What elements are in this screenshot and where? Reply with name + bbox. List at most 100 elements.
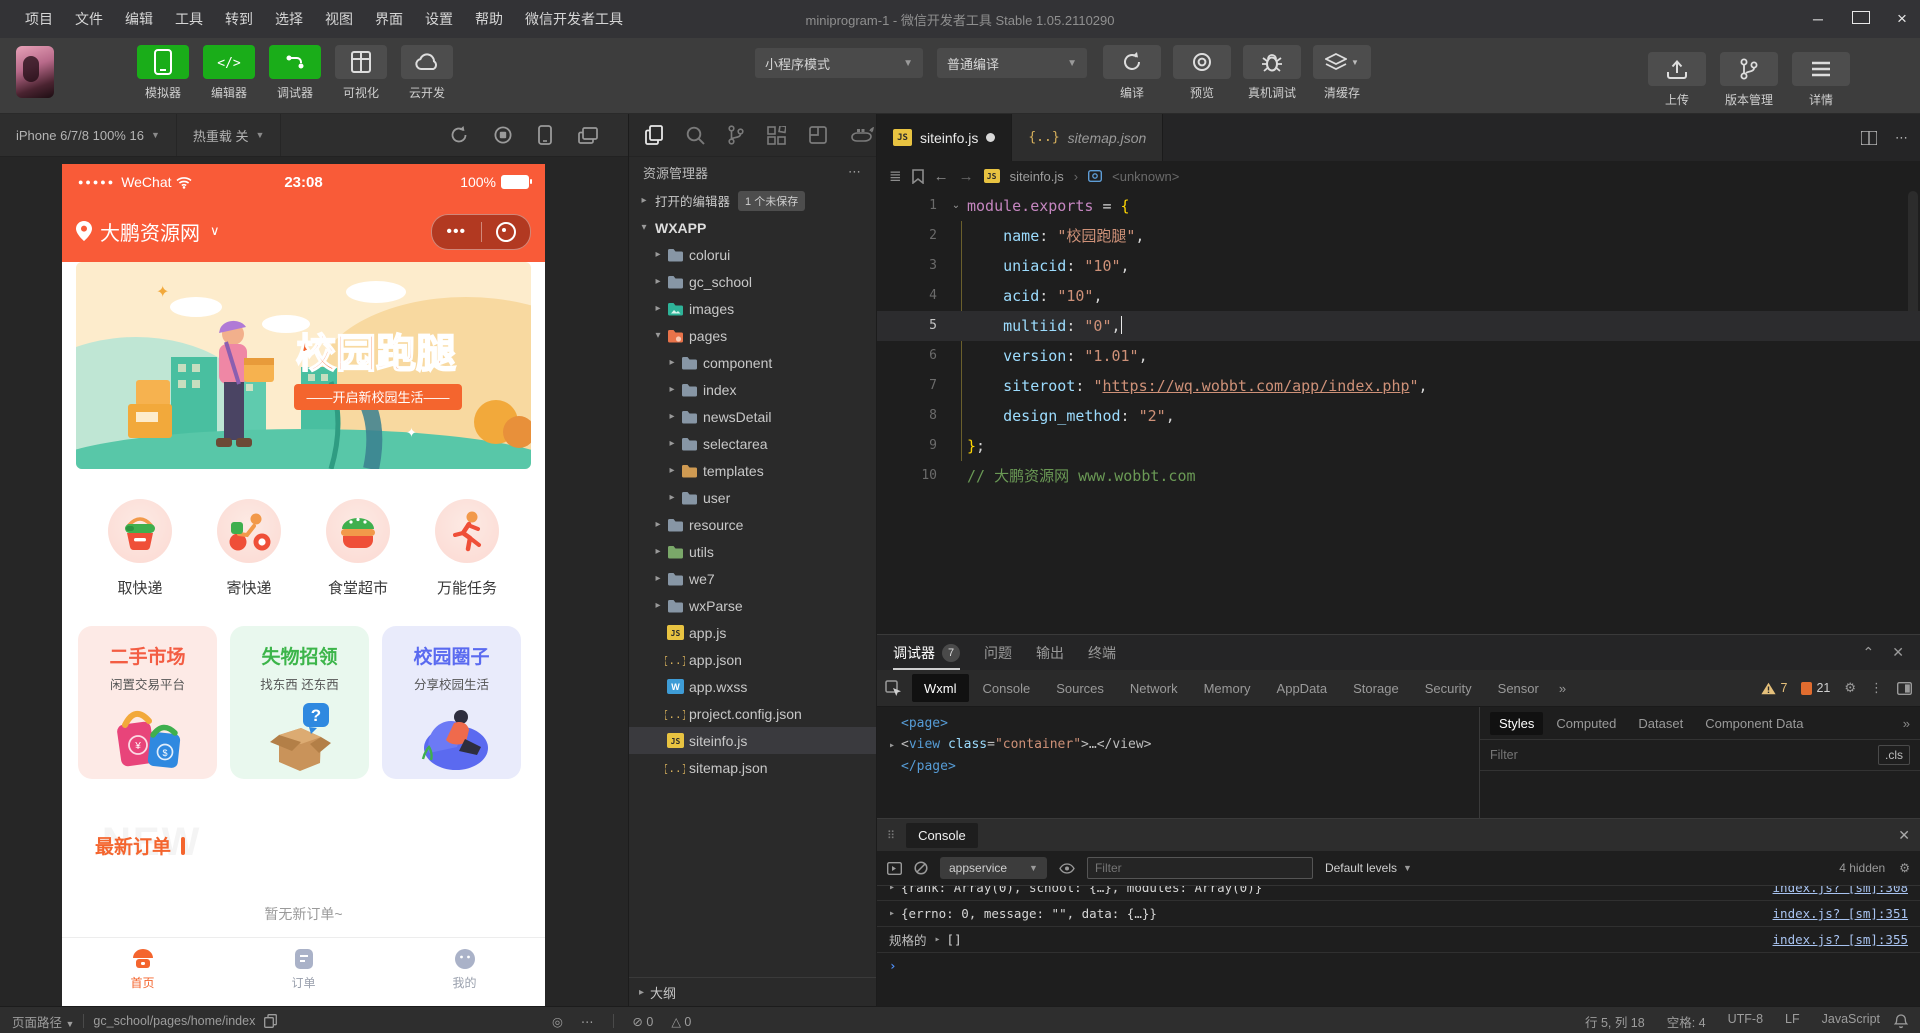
action-真机调试[interactable]: 真机调试 [1243,45,1301,101]
more-options-icon[interactable]: ⋮ [1870,680,1883,696]
tree-item-pages[interactable]: ▾pages [629,322,876,349]
tree-item-sitemap.json[interactable]: {..}sitemap.json [629,754,876,781]
tree-item-component[interactable]: ▸component [629,349,876,376]
devtools-tab-Network[interactable]: Network [1118,674,1190,702]
menu-item-微信开发者工具[interactable]: 微信开发者工具 [514,9,634,29]
collapse-panel-icon[interactable]: ⌃ [1863,644,1875,661]
close-console-icon[interactable]: ✕ [1898,827,1910,844]
files-icon[interactable] [645,125,663,145]
error-counter[interactable]: ⊘ 0 [632,1014,653,1029]
devtools-tab-AppData[interactable]: AppData [1265,674,1340,702]
menu-item-转到[interactable]: 转到 [214,9,264,29]
toolbar-toggle-可视化[interactable]: 可视化 [333,45,389,101]
indentation-setting[interactable]: 空格: 4 [1667,1012,1706,1031]
console-log-row[interactable]: ▸{rank: Array(0), school: {…}, modules: … [877,886,1920,901]
outline-list-icon[interactable]: ≣ [889,167,902,185]
panel-tab-输出[interactable]: 输出 [1036,635,1064,670]
inspect-element-icon[interactable] [885,680,902,697]
devtools-settings-icon[interactable]: ⚙ [1844,680,1856,696]
more-icon[interactable]: ⋯ [581,1014,594,1029]
tree-item-siteinfo.js[interactable]: JSsiteinfo.js [629,727,876,754]
quick-action-寄快递[interactable]: 寄快递 [207,499,291,598]
encoding-setting[interactable]: UTF-8 [1728,1012,1763,1031]
pkg-icon[interactable] [809,126,827,144]
more-tabs-icon[interactable]: » [1553,681,1572,696]
whale-icon[interactable] [850,127,874,143]
navigate-forward-icon[interactable]: → [959,168,974,185]
console-tab[interactable]: Console [906,823,978,848]
menu-item-视图[interactable]: 视图 [314,9,364,29]
code-line-7[interactable]: 7 siteroot: "https://wq.wobbt.com/app/in… [877,371,1920,401]
expand-log-icon[interactable]: ▸ [935,934,941,945]
panel-tab-调试器[interactable]: 调试器7 [893,635,960,670]
more-icon[interactable]: ⋯ [1895,130,1908,146]
devtools-tab-Wxml[interactable]: Wxml [912,674,969,702]
log-levels-dropdown[interactable]: Default levels▼ [1325,861,1412,875]
toolbar-toggle-模拟器[interactable]: 模拟器 [135,45,191,101]
device-selector[interactable]: iPhone 6/7/8 100% 16▼ [0,114,177,156]
toolbar-toggle-编辑器[interactable]: </>编辑器 [201,45,257,101]
preview-visibility-icon[interactable]: ◎ [552,1014,563,1029]
fold-icon[interactable]: ⌄ [945,191,967,221]
devtools-tab-Storage[interactable]: Storage [1341,674,1411,702]
maximize-icon[interactable] [1852,11,1868,27]
close-icon[interactable]: × [1894,9,1910,29]
mode-dropdown[interactable]: 小程序模式▼ [755,48,923,78]
page-path-dropdown[interactable]: 页面路径 ▼ [12,1012,74,1031]
warning-counter[interactable]: △ 0 [671,1014,691,1029]
cursor-position[interactable]: 行 5, 列 18 [1585,1012,1645,1031]
code-line-1[interactable]: 1⌄module.exports = { [877,191,1920,221]
quick-action-食堂超市[interactable]: 食堂超市 [316,499,400,598]
breadcrumb-symbol[interactable]: <unknown> [1112,169,1179,184]
panel-tab-终端[interactable]: 终端 [1088,635,1116,670]
styles-tab-Dataset[interactable]: Dataset [1629,712,1692,735]
search-icon[interactable] [686,126,705,145]
refresh-icon[interactable] [450,125,468,145]
phone-tab-我的[interactable]: 我的 [384,938,545,1006]
quick-action-万能任务[interactable]: 万能任务 [425,499,509,598]
feature-card-二手市场[interactable]: 二手市场闲置交易平台¥$ [78,626,217,779]
tree-item-index[interactable]: ▸index [629,376,876,403]
code-line-4[interactable]: 4 acid: "10", [877,281,1920,311]
navigate-back-icon[interactable]: ← [934,168,949,185]
tree-item-colorui[interactable]: ▸colorui [629,241,876,268]
phone-tab-订单[interactable]: 订单 [223,938,384,1006]
code-line-3[interactable]: 3 uniacid: "10", [877,251,1920,281]
breadcrumb-file[interactable]: siteinfo.js [1010,169,1064,184]
close-miniprogram-icon[interactable] [496,222,516,242]
styles-tab-Computed[interactable]: Computed [1547,712,1625,735]
expand-log-icon[interactable]: ▸ [889,886,895,893]
menu-item-帮助[interactable]: 帮助 [464,9,514,29]
compile-mode-dropdown[interactable]: 普通编译▼ [937,48,1087,78]
eye-icon[interactable] [1059,863,1075,874]
menu-item-文件[interactable]: 文件 [64,9,114,29]
eol-setting[interactable]: LF [1785,1012,1800,1031]
split-editor-icon[interactable] [1861,131,1877,145]
record-icon[interactable] [494,125,512,145]
drag-handle-icon[interactable]: ⠿ [887,829,894,842]
language-mode[interactable]: JavaScript [1822,1012,1880,1031]
console-log-row[interactable]: 规格的▸[]index.js? [sm]:355 [877,927,1920,953]
expand-node-icon[interactable]: ▸ [889,735,901,756]
editor-tab-sitemap.json[interactable]: {..}sitemap.json [1012,114,1163,161]
code-line-6[interactable]: 6 version: "1.01", [877,341,1920,371]
tree-item-templates[interactable]: ▸templates [629,457,876,484]
wechat-capsule[interactable]: ••• [431,214,531,250]
styles-tab-Styles[interactable]: Styles [1490,712,1543,735]
editor-tab-siteinfo.js[interactable]: JSsiteinfo.js [877,114,1012,161]
action-编译[interactable]: 编译 [1103,45,1161,101]
devtools-tab-Security[interactable]: Security [1413,674,1484,702]
close-panel-icon[interactable]: ✕ [1892,644,1904,661]
user-avatar[interactable] [16,46,54,98]
hot-reload-toggle[interactable]: 热重载 关▼ [177,114,282,156]
toolbar-toggle-云开发[interactable]: 云开发 [399,45,455,101]
menu-item-设置[interactable]: 设置 [414,9,464,29]
console-sidebar-icon[interactable] [887,862,902,875]
more-icon[interactable]: ••• [432,227,481,237]
tree-item-wxParse[interactable]: ▸wxParse [629,592,876,619]
tree-item-app.json[interactable]: {..}app.json [629,646,876,673]
open-editors-section[interactable]: ▸打开的编辑器1 个未保存 [629,187,876,214]
devtools-tab-Memory[interactable]: Memory [1192,674,1263,702]
feature-card-失物招领[interactable]: 失物招领找东西 还东西? [230,626,369,779]
devtools-tab-Sources[interactable]: Sources [1044,674,1116,702]
